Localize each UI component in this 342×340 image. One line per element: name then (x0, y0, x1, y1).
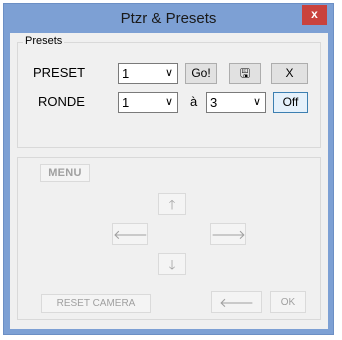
floppy-disk-icon: 🖫 (239, 66, 251, 80)
window-client-area: Presets PRESET 1 ∨ Go! 🖫 X RONDE 1 ∨ à 3… (10, 33, 328, 329)
pan-down-button[interactable]: 🡓 (158, 253, 186, 275)
chevron-down-icon: ∨ (164, 96, 173, 108)
arrow-down-icon: 🡓 (168, 257, 176, 272)
ronde-to-select[interactable]: 3 ∨ (206, 92, 266, 113)
chevron-down-icon: ∨ (252, 96, 261, 108)
preset-select[interactable]: 1 ∨ (118, 63, 178, 84)
pan-up-button[interactable]: 🡑 (158, 193, 186, 215)
menu-button[interactable]: MENU (40, 164, 90, 182)
save-preset-button[interactable]: 🖫 (229, 63, 261, 84)
camera-control-panel: MENU 🡑 🡐 🡒 🡓 RESET CAMERA 🡐 OK (17, 157, 321, 320)
ronde-label: RONDE (38, 94, 85, 109)
presets-groupbox: Presets PRESET 1 ∨ Go! 🖫 X RONDE 1 ∨ à 3… (17, 35, 321, 148)
preset-select-value: 1 (122, 66, 130, 81)
ptzr-presets-window: Ptzr & Presets x Presets PRESET 1 ∨ Go! … (3, 3, 334, 335)
close-button[interactable]: x (302, 5, 327, 25)
clear-preset-button[interactable]: X (271, 63, 308, 84)
arrow-left-icon: 🡐 (113, 227, 148, 242)
ronde-from-select[interactable]: 1 ∨ (118, 92, 178, 113)
arrow-up-icon: 🡑 (168, 197, 176, 212)
ronde-off-button[interactable]: Off (273, 92, 308, 113)
presets-legend: Presets (23, 35, 65, 47)
pan-right-button[interactable]: 🡒 (210, 223, 246, 245)
ronde-from-value: 1 (122, 95, 130, 110)
go-button[interactable]: Go! (185, 63, 217, 84)
pan-left-button[interactable]: 🡐 (112, 223, 148, 245)
back-button[interactable]: 🡐 (211, 291, 262, 313)
chevron-down-icon: ∨ (164, 67, 173, 79)
ronde-to-value: 3 (210, 95, 218, 110)
ok-button[interactable]: OK (270, 291, 306, 313)
reset-camera-button[interactable]: RESET CAMERA (41, 294, 151, 313)
arrow-left-icon: 🡐 (219, 295, 254, 310)
preset-label: PRESET (33, 65, 86, 80)
window-title: Ptzr & Presets (120, 10, 217, 27)
a-label: à (190, 94, 198, 109)
arrow-right-icon: 🡒 (211, 227, 246, 242)
